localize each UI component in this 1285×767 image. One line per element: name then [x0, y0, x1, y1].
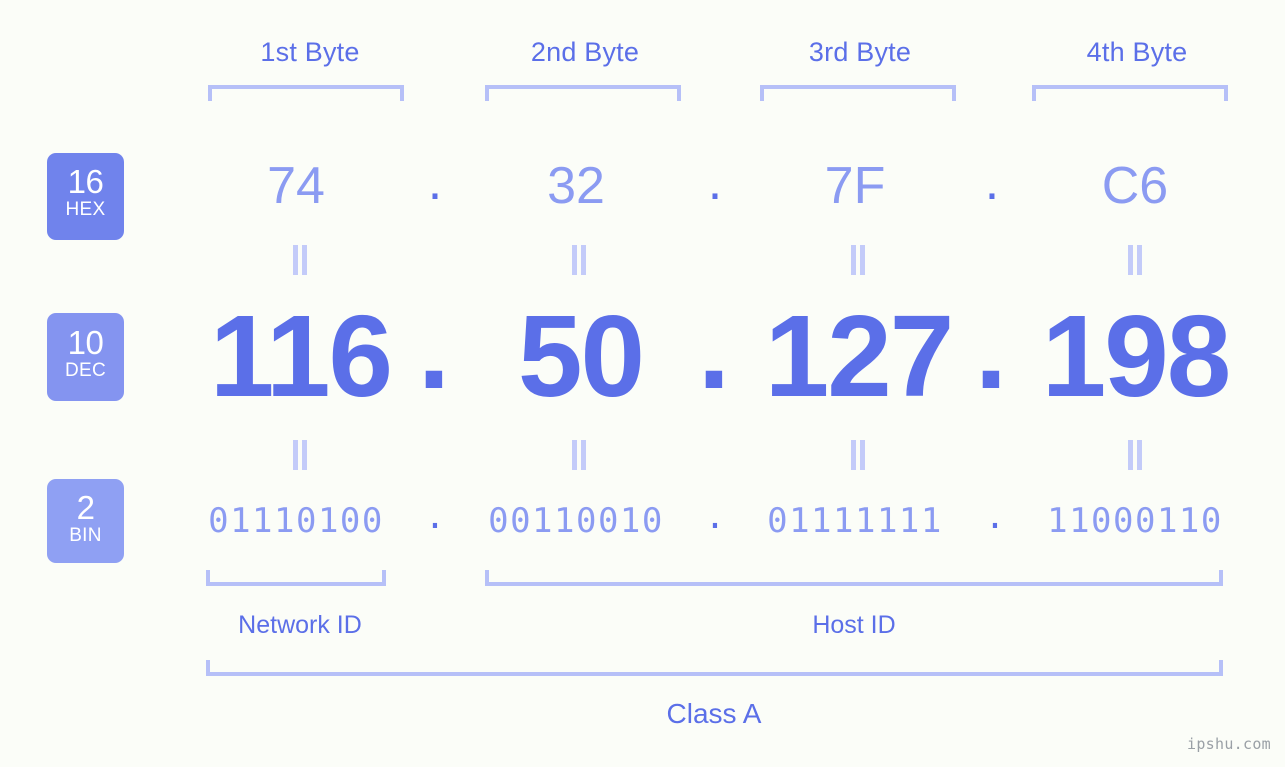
dec-separator-2: . — [697, 283, 731, 413]
base-badge-bin-name: BIN — [69, 525, 102, 546]
class-label: Class A — [666, 698, 762, 729]
dec-byte-1: 116 — [209, 291, 393, 421]
class-bracket — [206, 660, 1223, 676]
base-badge-hex: 16 HEX — [47, 153, 124, 240]
equals-mark-dec-bin-1 — [287, 440, 313, 470]
bin-byte-2: 00110010 — [488, 501, 664, 541]
base-badge-bin: 2 BIN — [47, 479, 124, 563]
bin-separator-2: . — [704, 497, 726, 537]
hex-separator-3: . — [984, 153, 1000, 211]
hex-byte-1: 74 — [267, 157, 325, 215]
host-id-label: Host ID — [812, 611, 896, 639]
equals-mark-hex-dec-2 — [566, 245, 592, 275]
dec-byte-4: 198 — [1041, 291, 1232, 421]
bin-byte-4: 11000110 — [1047, 501, 1223, 541]
byte-bracket-1 — [208, 85, 404, 101]
dec-separator-1: . — [417, 283, 451, 413]
byte-header-label-3: 3rd Byte — [808, 37, 912, 67]
equals-mark-hex-dec-3 — [845, 245, 871, 275]
dec-byte-3: 127 — [764, 291, 955, 421]
equals-mark-hex-dec-1 — [287, 245, 313, 275]
base-badge-bin-number: 2 — [76, 489, 95, 526]
hex-separator-1: . — [427, 153, 443, 211]
base-badge-hex-number: 16 — [67, 163, 104, 200]
base-badge-dec-name: DEC — [64, 360, 106, 381]
bin-byte-3: 01111111 — [767, 501, 943, 541]
bin-separator-3: . — [984, 497, 1006, 537]
equals-mark-dec-bin-2 — [566, 440, 592, 470]
byte-header-label-2: 2nd Byte — [530, 37, 640, 67]
equals-mark-dec-bin-4 — [1122, 440, 1148, 470]
dec-separator-3: . — [974, 283, 1008, 413]
hex-byte-2: 32 — [547, 157, 605, 215]
byte-bracket-2 — [485, 85, 681, 101]
equals-mark-dec-bin-3 — [845, 440, 871, 470]
byte-header-label-1: 1st Byte — [260, 37, 360, 67]
network-id-label: Network ID — [238, 611, 362, 639]
base-badge-dec: 10 DEC — [47, 313, 124, 401]
base-badge-hex-name: HEX — [65, 199, 106, 220]
site-watermark: ipshu.com — [1187, 735, 1271, 753]
byte-header-label-4: 4th Byte — [1086, 37, 1188, 67]
hex-byte-3: 7F — [824, 157, 886, 215]
ip-address-diagram: 1st Byte 2nd Byte 3rd Byte 4th Byte 16 H… — [0, 0, 1285, 767]
byte-bracket-4 — [1032, 85, 1228, 101]
base-badge-dec-number: 10 — [67, 324, 104, 361]
bin-separator-1: . — [424, 497, 446, 537]
hex-byte-4: C6 — [1101, 157, 1169, 215]
network-id-bracket — [206, 570, 386, 586]
equals-mark-hex-dec-4 — [1122, 245, 1148, 275]
byte-bracket-3 — [760, 85, 956, 101]
hex-separator-2: . — [707, 153, 723, 211]
dec-byte-2: 50 — [517, 291, 645, 421]
host-id-bracket — [485, 570, 1223, 586]
bin-byte-1: 01110100 — [208, 501, 384, 541]
